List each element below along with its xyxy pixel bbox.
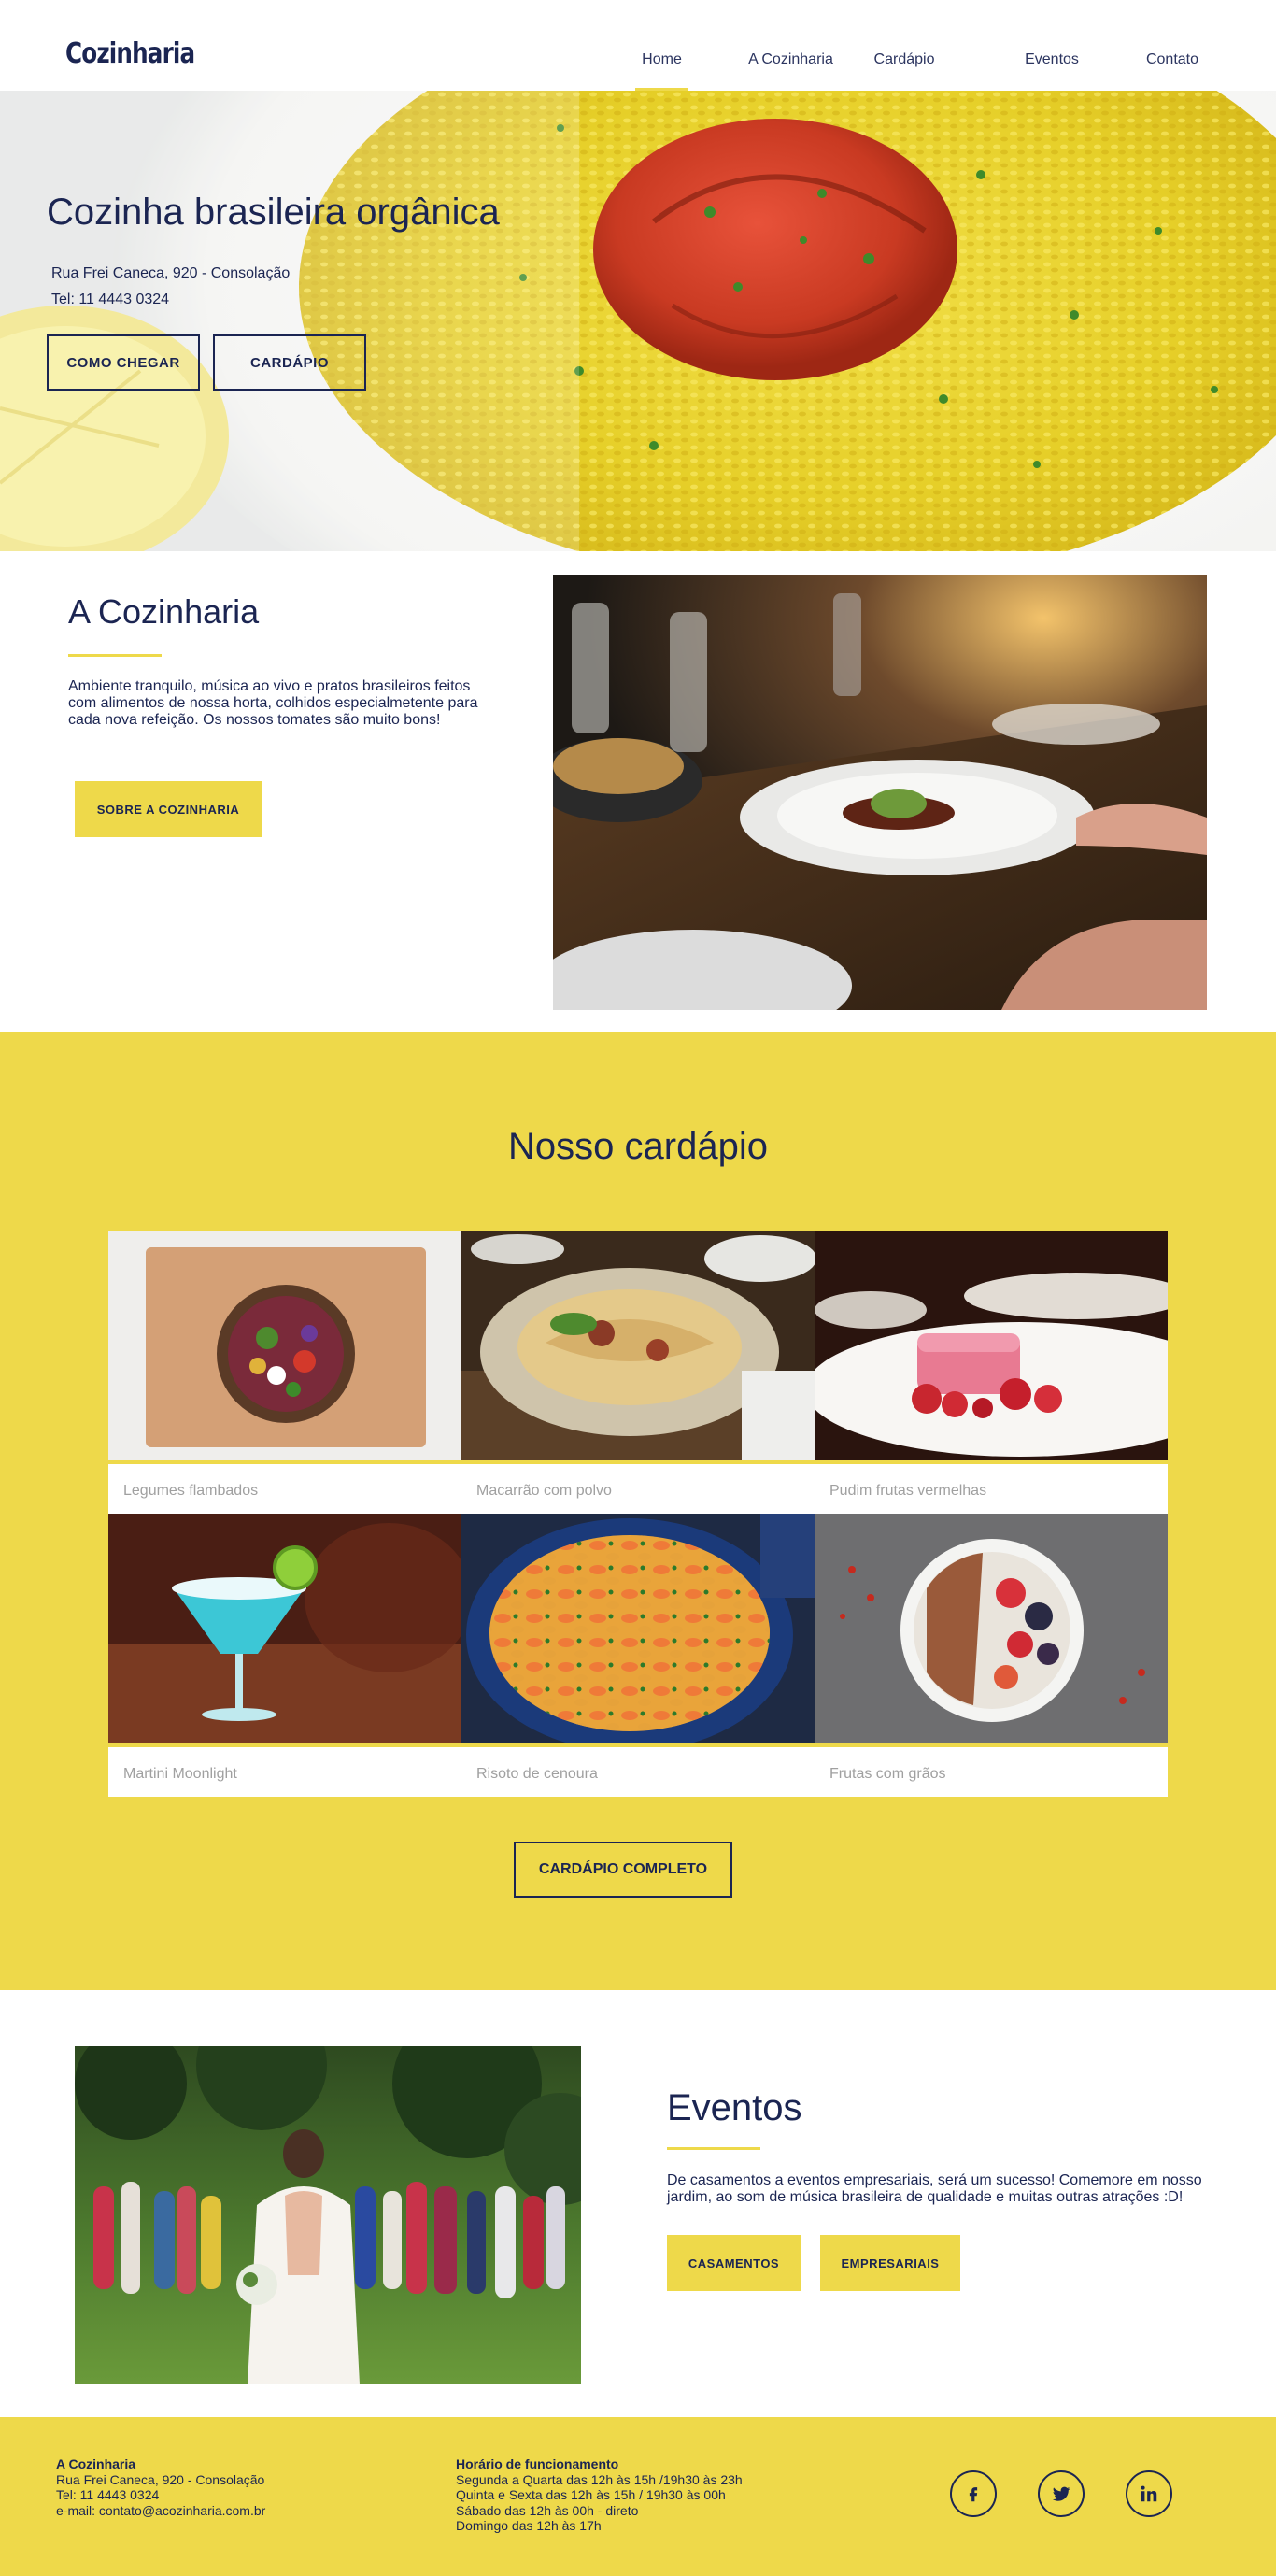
footer-hours-line: Sábado das 12h às 00h - direto (456, 2502, 639, 2518)
footer-hours-line: Domingo das 12h às 17h (456, 2518, 602, 2533)
restaurant-table-photo (553, 575, 1207, 1010)
menu-item[interactable]: Macarrão com polvo (461, 1231, 815, 1514)
menu-item-caption: Risoto de cenoura (476, 1766, 598, 1782)
menu-title: Nosso cardápio (508, 1126, 768, 1167)
carrot-risotto-photo (461, 1514, 815, 1747)
footer-hours-heading: Horário de funcionamento (456, 2456, 619, 2471)
footer-hours-line: Quinta e Sexta das 12h às 15h / 19h30 às… (456, 2487, 726, 2502)
corporate-events-button[interactable]: EMPRESARIAIS (820, 2235, 960, 2291)
weddings-button[interactable]: CASAMENTOS (667, 2235, 801, 2291)
menu-item-caption: Frutas com grãos (829, 1766, 946, 1782)
footer-email[interactable]: e-mail: contato@acozinharia.com.br (56, 2503, 265, 2519)
menu-button[interactable]: CARDÁPIO (213, 334, 366, 391)
twitter-icon[interactable] (1038, 2470, 1085, 2517)
menu-item[interactable]: Martini Moonlight (108, 1514, 461, 1797)
nav-eventos[interactable]: Eventos (1024, 0, 1080, 91)
menu-section: Nosso cardápio Legumes flambados Macarrã… (0, 1032, 1276, 1990)
menu-item[interactable]: Risoto de cenoura (461, 1514, 815, 1797)
nav-contato[interactable]: Contato (1145, 0, 1199, 91)
menu-item-caption: Legumes flambados (123, 1483, 259, 1499)
site-header: Cozinharia Home A Cozinharia Cardápio Ev… (0, 0, 1276, 91)
site-footer: A Cozinharia Rua Frei Caneca, 920 - Cons… (0, 2417, 1276, 2576)
full-menu-button[interactable]: CARDÁPIO COMPLETO (514, 1842, 732, 1898)
flamed-vegetables-photo (108, 1231, 461, 1464)
about-title: A Cozinharia (68, 592, 260, 631)
wedding-event-photo (75, 2046, 581, 2384)
menu-item[interactable]: Frutas com grãos (815, 1514, 1168, 1797)
octopus-pasta-photo (461, 1231, 815, 1464)
about-button[interactable]: SOBRE A COZINHARIA (75, 781, 262, 837)
hero-section: Cozinha brasileira orgânica Rua Frei Can… (0, 91, 1276, 551)
nav-cardapio[interactable]: Cardápio (873, 0, 935, 91)
about-text: Ambiente tranquilo, música ao vivo e pra… (68, 678, 478, 728)
facebook-icon[interactable] (950, 2470, 997, 2517)
menu-item-caption: Macarrão com polvo (476, 1483, 612, 1499)
events-title-underline (667, 2147, 760, 2150)
events-text: De casamentos a eventos empresariais, se… (667, 2172, 1202, 2205)
footer-contact-heading: A Cozinharia (56, 2456, 136, 2471)
nav-home[interactable]: Home (635, 0, 688, 91)
footer-hours-line: Segunda a Quarta das 12h às 15h /19h30 à… (456, 2471, 743, 2487)
nav-a-cozinharia[interactable]: A Cozinharia (744, 0, 837, 91)
footer-address: Rua Frei Caneca, 920 - Consolação (56, 2471, 265, 2487)
how-to-get-there-button[interactable]: COMO CHEGAR (47, 334, 200, 391)
martini-moonlight-photo (108, 1514, 461, 1747)
hero-phone: Tel: 11 4443 0324 (51, 292, 170, 307)
hero-title: Cozinha brasileira orgânica (47, 192, 500, 233)
menu-item[interactable]: Legumes flambados (108, 1231, 461, 1514)
footer-hours: Horário de funcionamento Segunda a Quart… (456, 2456, 743, 2534)
fruits-with-grains-photo (815, 1514, 1168, 1747)
site-logo[interactable]: Cozinharia (65, 37, 195, 70)
red-fruit-pudding-photo (815, 1231, 1168, 1464)
footer-phone: Tel: 11 4443 0324 (56, 2487, 160, 2502)
linkedin-icon[interactable] (1126, 2470, 1172, 2517)
risotto-hero-image (0, 91, 1276, 551)
events-title: Eventos (667, 2087, 802, 2128)
hero-address: Rua Frei Caneca, 920 - Consolação (51, 265, 291, 281)
menu-item[interactable]: Pudim frutas vermelhas (815, 1231, 1168, 1514)
about-title-underline (68, 654, 162, 657)
menu-item-caption: Martini Moonlight (123, 1766, 237, 1782)
menu-item-caption: Pudim frutas vermelhas (829, 1483, 987, 1499)
footer-contact: A Cozinharia Rua Frei Caneca, 920 - Cons… (56, 2456, 265, 2518)
